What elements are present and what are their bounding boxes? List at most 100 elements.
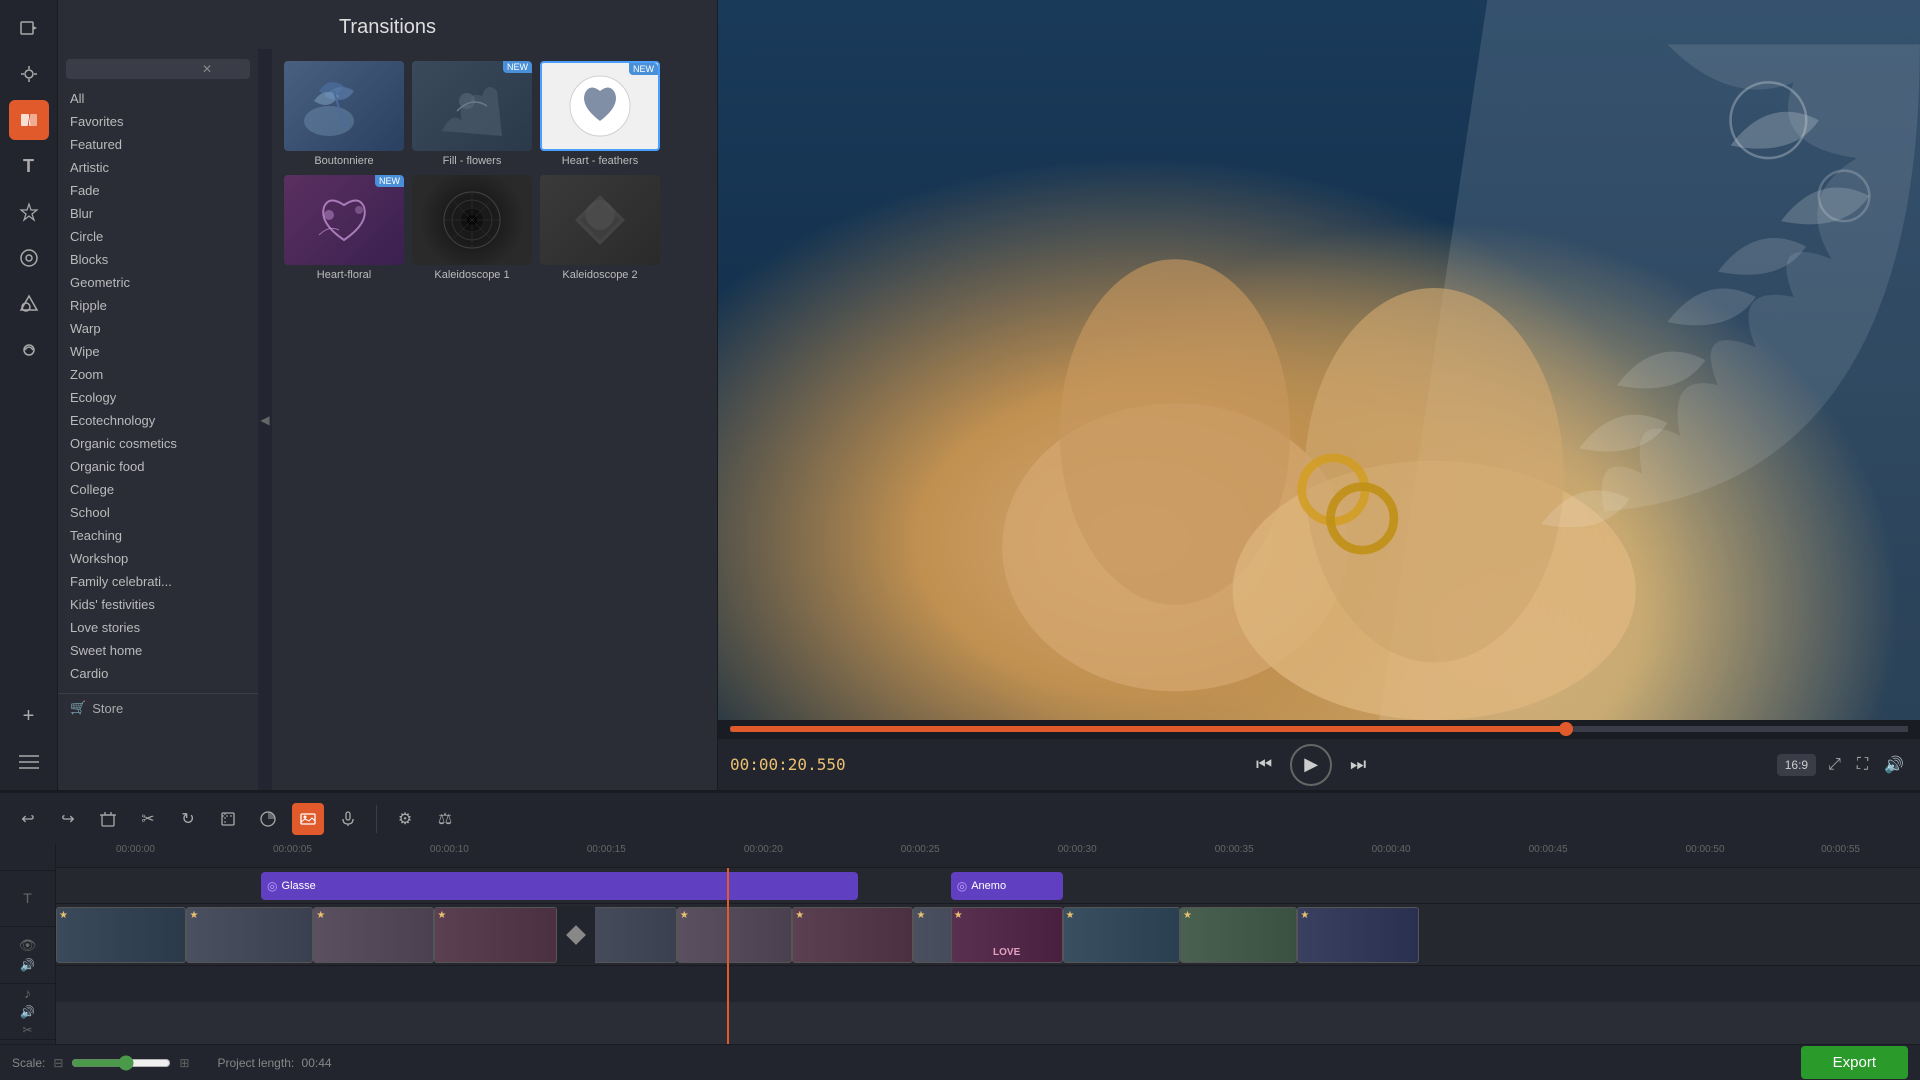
category-wipe[interactable]: Wipe (58, 340, 258, 363)
clear-search-icon[interactable]: ✕ (202, 62, 212, 76)
delete-button[interactable] (92, 803, 124, 835)
toolbar-shapes[interactable] (9, 284, 49, 324)
progress-fill (730, 726, 1566, 732)
category-organic-cosmetics[interactable]: Organic cosmetics (58, 432, 258, 455)
transition-kaleidoscope2[interactable]: Kaleidoscope 2 (540, 175, 660, 281)
audio-mute-icon[interactable]: 🔊 (20, 1005, 35, 1019)
toolbar-motion[interactable] (9, 330, 49, 370)
video-clip-4[interactable]: ★ (434, 907, 557, 963)
category-ripple[interactable]: Ripple (58, 294, 258, 317)
transition-kaleidoscope1[interactable]: Kaleidoscope 1 (412, 175, 532, 281)
store-button[interactable]: 🛒 Store (58, 693, 258, 722)
audio-icon[interactable]: 🔊 (20, 958, 35, 972)
glasse-clip-icon: ◎ (267, 879, 277, 893)
category-family[interactable]: Family celebrati... (58, 570, 258, 593)
skip-to-start-button[interactable]: ⏮ (1246, 747, 1282, 783)
video-clip-3[interactable]: ★ (313, 907, 434, 963)
clip-star-11: ★ (1300, 910, 1309, 921)
export-button[interactable]: Export (1801, 1046, 1908, 1079)
eye-icon[interactable]: 👁 (19, 937, 37, 954)
transition-heart-floral[interactable]: NEW Heart-floral (284, 175, 404, 281)
toolbar-add[interactable]: + (9, 696, 49, 736)
category-teaching[interactable]: Teaching (58, 524, 258, 547)
category-love[interactable]: Love stories (58, 616, 258, 639)
color-button[interactable] (252, 803, 284, 835)
clip-star-7: ★ (795, 910, 804, 921)
undo-button[interactable]: ↩ (12, 803, 44, 835)
toolbar-effects[interactable] (9, 192, 49, 232)
video-clip-love[interactable]: ★ LOVE (951, 907, 1063, 963)
play-pause-button[interactable]: ▶ (1290, 744, 1332, 786)
redo2-button[interactable]: ↻ (172, 803, 204, 835)
transition-heart-feathers[interactable]: NEW Heart - feathers (540, 61, 660, 167)
mic-button[interactable] (332, 803, 364, 835)
category-ecology[interactable]: Ecology (58, 386, 258, 409)
new-badge-fill-flowers: NEW (503, 61, 532, 73)
scale-slider[interactable] (71, 1055, 171, 1071)
video-clip-6[interactable]: ★ (677, 907, 793, 963)
transition-fill-flowers[interactable]: NEW Fill - flowers (412, 61, 532, 167)
ruler-mark-25: 00:00:25 (901, 844, 940, 855)
aspect-ratio-button[interactable]: 16:9 (1777, 754, 1816, 776)
volume-button[interactable]: 🔊 (1880, 751, 1908, 779)
fullscreen-export-button[interactable]: ⤢ (1824, 752, 1845, 778)
category-school[interactable]: School (58, 501, 258, 524)
toolbar-text[interactable]: T (9, 146, 49, 186)
adjust-button[interactable]: ⚖ (429, 803, 461, 835)
video-clip-9[interactable]: ★ (1063, 907, 1180, 963)
thumbnails-area: Boutonniere NEW Fill - flowers (272, 49, 717, 790)
store-label: Store (92, 701, 123, 716)
transitions-title: Transitions (58, 0, 717, 49)
fullscreen-button[interactable]: ⛶ (1853, 752, 1872, 778)
timeline-main: T 👁 🔊 ♪ 🔊 ✂ 00:00:00 00:00:05 00:00:10 0… (0, 844, 1920, 1044)
video-clip-7[interactable]: ★ (792, 907, 913, 963)
toolbar-menu[interactable] (9, 742, 49, 782)
category-fade[interactable]: Fade (58, 179, 258, 202)
category-featured[interactable]: Featured (58, 133, 258, 156)
title-clip-glasse[interactable]: ◎ Glasse (261, 872, 857, 900)
ruler-mark-30: 00:00:30 (1058, 844, 1097, 855)
progress-bar[interactable] (730, 726, 1908, 732)
redo-button[interactable]: ↪ (52, 803, 84, 835)
audio-cut-icon[interactable]: ✂ (22, 1023, 32, 1037)
skip-to-end-button[interactable]: ⏭ (1340, 747, 1376, 783)
category-organic-food[interactable]: Organic food (58, 455, 258, 478)
category-cardio[interactable]: Cardio (58, 662, 258, 685)
bottom-bar: Scale: ⊟ ⊞ Project length: 00:44 Export (0, 1044, 1920, 1080)
category-geometric[interactable]: Geometric (58, 271, 258, 294)
collapse-panel-arrow[interactable]: ◀ (258, 49, 272, 790)
clip-star-10: ★ (1183, 910, 1192, 921)
image-button[interactable] (292, 803, 324, 835)
toolbar-video[interactable] (9, 8, 49, 48)
transition-boutonniere[interactable]: Boutonniere (284, 61, 404, 167)
category-blocks[interactable]: Blocks (58, 248, 258, 271)
category-all[interactable]: All (58, 87, 258, 110)
category-kids[interactable]: Kids' festivities (58, 593, 258, 616)
cut-button[interactable]: ✂ (132, 803, 164, 835)
top-area: T + (0, 0, 1920, 790)
category-warp[interactable]: Warp (58, 317, 258, 340)
category-sweet-home[interactable]: Sweet home (58, 639, 258, 662)
title-clip-anemo[interactable]: ◎ Anemo (951, 872, 1063, 900)
search-bar[interactable]: ✕ (66, 59, 250, 79)
toolbar-cursor[interactable] (9, 54, 49, 94)
video-clip-2[interactable]: ★ (186, 907, 313, 963)
category-zoom[interactable]: Zoom (58, 363, 258, 386)
video-clip-11[interactable]: ★ (1297, 907, 1418, 963)
progress-thumb[interactable] (1559, 722, 1573, 736)
settings-button[interactable]: ⚙ (389, 803, 421, 835)
toolbar-transitions[interactable] (9, 100, 49, 140)
crop-button[interactable] (212, 803, 244, 835)
track-control-audio: ♪ 🔊 ✂ (0, 984, 55, 1040)
category-circle[interactable]: Circle (58, 225, 258, 248)
search-input[interactable] (72, 62, 202, 76)
category-blur[interactable]: Blur (58, 202, 258, 225)
category-ecotechnology[interactable]: Ecotechnology (58, 409, 258, 432)
category-workshop[interactable]: Workshop (58, 547, 258, 570)
toolbar-tools[interactable] (9, 238, 49, 278)
category-college[interactable]: College (58, 478, 258, 501)
video-clip-10[interactable]: ★ (1180, 907, 1297, 963)
category-favorites[interactable]: Favorites (58, 110, 258, 133)
category-artistic[interactable]: Artistic (58, 156, 258, 179)
video-clip-1[interactable]: ★ (56, 907, 186, 963)
